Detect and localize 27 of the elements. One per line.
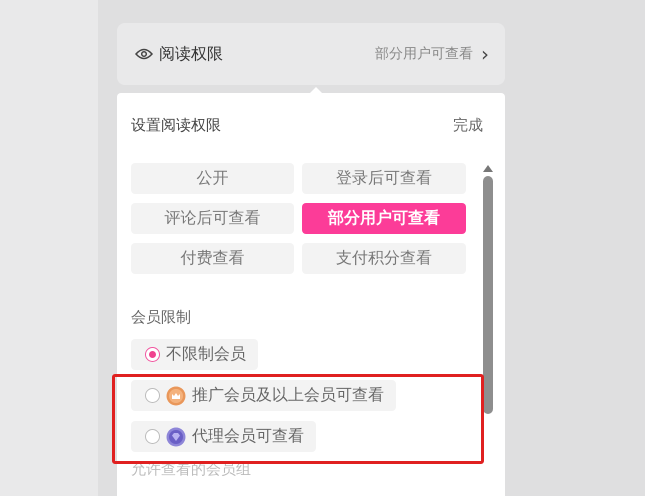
permission-option[interactable]: 付费查看 bbox=[131, 243, 294, 274]
done-link[interactable]: 完成 bbox=[453, 116, 483, 134]
member-option[interactable]: 代理会员可查看 bbox=[131, 421, 316, 452]
read-permission-row[interactable]: 阅读权限 部分用户可查看 › bbox=[117, 23, 505, 85]
diamond-icon bbox=[166, 426, 186, 446]
section-title: 会员限制 bbox=[131, 308, 192, 327]
permission-value: 部分用户可查看 bbox=[375, 45, 473, 63]
permission-option[interactable]: 公开 bbox=[131, 163, 294, 194]
member-option[interactable]: 推广会员及以上会员可查看 bbox=[131, 380, 396, 411]
permission-option[interactable]: 登录后可查看 bbox=[302, 163, 466, 194]
option-label: 推广会员及以上会员可查看 bbox=[192, 385, 384, 406]
permission-label: 阅读权限 bbox=[159, 44, 224, 64]
radio-button[interactable] bbox=[145, 429, 160, 444]
member-option[interactable]: 不限制会员 bbox=[131, 339, 258, 370]
radio-button[interactable] bbox=[145, 347, 160, 362]
permission-option[interactable]: 部分用户可查看 bbox=[302, 203, 466, 234]
popup-title: 设置阅读权限 bbox=[131, 116, 221, 134]
crown-icon bbox=[166, 386, 186, 406]
scroll-up-icon[interactable] bbox=[483, 165, 493, 172]
option-label: 代理会员可查看 bbox=[192, 426, 304, 447]
option-label: 不限制会员 bbox=[166, 344, 246, 365]
scrollbar-thumb[interactable] bbox=[483, 176, 493, 414]
chevron-icon: › bbox=[481, 44, 489, 64]
eye-icon bbox=[135, 48, 153, 60]
permission-option[interactable]: 评论后可查看 bbox=[131, 203, 294, 234]
radio-button[interactable] bbox=[145, 388, 160, 403]
permission-option[interactable]: 支付积分查看 bbox=[302, 243, 466, 274]
